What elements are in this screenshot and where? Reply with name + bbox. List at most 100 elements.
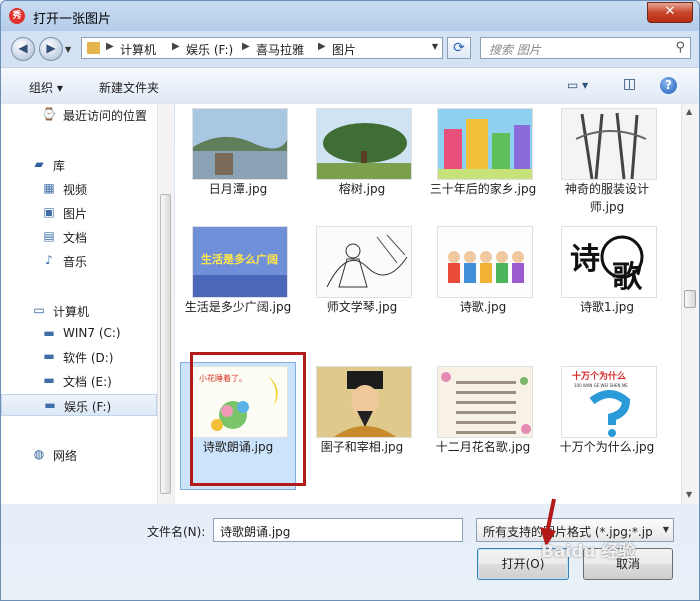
organize-button[interactable]: 组织 ▾ bbox=[29, 79, 63, 96]
back-button[interactable]: ◀ bbox=[11, 37, 35, 61]
annotation-highlight-box bbox=[190, 352, 306, 486]
sidebar-item-label: 文档 bbox=[63, 231, 88, 245]
open-image-dialog: 秀 打开一张图片 ✕ ◀ ▶ ▼ ▶ 计算机 ▶ 娱乐 (F:) ▶ 喜马拉雅 … bbox=[0, 0, 700, 601]
file-name: 三十年后的家乡.jpg bbox=[429, 182, 537, 196]
search-icon[interactable]: ⚲ bbox=[675, 40, 685, 55]
sidebar-item-label: 娱乐 (F:) bbox=[64, 400, 112, 414]
file-name: 榕树.jpg bbox=[338, 182, 386, 196]
svg-text:诗: 诗 bbox=[570, 242, 600, 277]
help-icon[interactable]: ? bbox=[660, 77, 677, 94]
sidebar-item-label: 软件 (D:) bbox=[63, 351, 114, 365]
navigation-scrollbar[interactable] bbox=[157, 104, 174, 504]
scroll-down-icon[interactable]: ▼ bbox=[686, 490, 692, 499]
svg-text:生活是多么广阔: 生活是多么广阔 bbox=[201, 252, 278, 266]
sidebar-item-label: 网络 bbox=[53, 449, 78, 463]
scrollbar-thumb[interactable] bbox=[684, 290, 696, 308]
file-list-scrollbar[interactable]: ▲ ▼ bbox=[681, 104, 699, 504]
command-toolbar: 组织 ▾ 新建文件夹 ▭ ▾ ◫ ? bbox=[1, 67, 699, 105]
flowers-thumb bbox=[437, 366, 533, 438]
file-name: 十万个为什么.jpg bbox=[559, 440, 655, 454]
sidebar-item[interactable]: ▬ 娱乐 (F:) bbox=[1, 394, 157, 416]
chevron-right-icon[interactable]: ▶ bbox=[318, 41, 326, 52]
new-folder-button[interactable]: 新建文件夹 bbox=[99, 79, 159, 96]
title-bar[interactable]: 秀 打开一张图片 ✕ bbox=[1, 1, 699, 33]
chevron-right-icon[interactable]: ▶ bbox=[242, 41, 250, 52]
sidebar-item[interactable]: ♪ 音乐 bbox=[1, 250, 157, 272]
hometown-thumb bbox=[437, 108, 533, 180]
sidebar-item-label: 文档 (E:) bbox=[63, 375, 112, 389]
music-icon: ♪ bbox=[45, 253, 53, 267]
app-icon: 秀 bbox=[9, 8, 25, 24]
filename-input[interactable]: 诗歌朗诵.jpg bbox=[213, 518, 463, 542]
kids-thumb bbox=[437, 226, 533, 298]
refresh-button[interactable]: ⟳ bbox=[447, 37, 471, 59]
file-item[interactable]: 神奇的服装设计师.jpg bbox=[549, 104, 665, 222]
file-item[interactable]: 诗歌诗歌1.jpg bbox=[549, 222, 665, 340]
banyan-thumb bbox=[316, 108, 412, 180]
breadcrumb-pictures[interactable]: 图片 bbox=[332, 41, 356, 58]
sidebar-item[interactable]: ▬ 文档 (E:) bbox=[1, 370, 157, 392]
file-item[interactable]: 圉子和宰相.jpg bbox=[304, 362, 420, 480]
window-title: 打开一张图片 bbox=[33, 12, 112, 27]
sidebar-item[interactable]: ▣ 图片 bbox=[1, 202, 157, 224]
file-item[interactable]: 三十年后的家乡.jpg bbox=[425, 104, 541, 222]
address-bar[interactable]: ▶ 计算机 ▶ 娱乐 (F:) ▶ 喜马拉雅 ▶ 图片 ▼ bbox=[81, 37, 443, 59]
drive-icon: ▬ bbox=[43, 373, 55, 387]
file-item[interactable]: 十二月花名歌.jpg bbox=[425, 362, 541, 480]
close-button[interactable]: ✕ bbox=[647, 2, 693, 23]
scrollbar-thumb[interactable] bbox=[160, 194, 171, 494]
forward-button[interactable]: ▶ bbox=[39, 37, 63, 61]
sidebar-item-label: 计算机 bbox=[53, 305, 90, 319]
sidebar-item[interactable]: ◍ 网络 bbox=[1, 444, 157, 466]
breadcrumb-drive-f[interactable]: 娱乐 (F:) bbox=[186, 41, 233, 58]
recent-places-icon: ⌚ bbox=[41, 107, 57, 121]
file-name: 生活是多少广阔.jpg bbox=[184, 300, 292, 314]
file-item[interactable]: 日月潭.jpg bbox=[180, 104, 296, 222]
drive-icon: ▬ bbox=[43, 349, 55, 363]
svg-text:十万个为什么: 十万个为什么 bbox=[572, 370, 626, 382]
folder-icon bbox=[87, 42, 100, 54]
sidebar-item[interactable]: ▤ 文档 bbox=[1, 226, 157, 248]
file-item[interactable]: 榕树.jpg bbox=[304, 104, 420, 222]
chevron-down-icon[interactable]: ▼ bbox=[432, 42, 438, 51]
recent-pages-dropdown-icon[interactable]: ▼ bbox=[65, 45, 71, 54]
navigation-pane: ⌚ 最近访问的位置 ▰ 库 ▦ 视频 ▣ 图片 ▤ 文档 ♪ 音乐 ▭ 计算机 ▬ WIN7 (C:) ▬ 软件 … bbox=[1, 104, 174, 504]
scroll-up-icon[interactable]: ▲ bbox=[686, 107, 692, 116]
minister-thumb bbox=[316, 366, 412, 438]
file-name: 师文学琴.jpg bbox=[326, 300, 398, 314]
breadcrumb-computer[interactable]: 计算机 bbox=[120, 41, 156, 58]
file-name: 十二月花名歌.jpg bbox=[435, 440, 531, 454]
filename-label: 文件名(N): bbox=[147, 525, 206, 539]
sidebar-item[interactable]: ▦ 视频 bbox=[1, 178, 157, 200]
fashion-thumb bbox=[561, 108, 657, 180]
video-icon: ▦ bbox=[43, 181, 55, 195]
pictures-icon: ▣ bbox=[43, 205, 55, 219]
chevron-down-icon[interactable]: ▼ bbox=[663, 525, 669, 534]
file-item[interactable]: 诗歌.jpg bbox=[425, 222, 541, 340]
network-icon: ◍ bbox=[33, 447, 45, 461]
life-thumb: 生活是多么广阔 bbox=[192, 226, 288, 298]
breadcrumb-himalaya[interactable]: 喜马拉雅 bbox=[256, 41, 304, 58]
file-item[interactable]: 生活是多么广阔 生活是多少广阔.jpg bbox=[180, 222, 296, 340]
file-item[interactable]: 师文学琴.jpg bbox=[304, 222, 420, 340]
sidebar-item-label: 视频 bbox=[63, 183, 88, 197]
sidebar-item[interactable]: ⌚ 最近访问的位置 bbox=[1, 104, 157, 126]
file-name: 神奇的服装设计师.jpg bbox=[564, 182, 649, 214]
file-name: 日月潭.jpg bbox=[208, 182, 268, 196]
sidebar-item[interactable]: ▭ 计算机 bbox=[1, 300, 157, 322]
sidebar-item-label: 图片 bbox=[63, 207, 88, 221]
file-item[interactable]: 十万个为什么 100 WAN GE WEI SHEN ME 十万个为什么.jpg bbox=[549, 362, 665, 480]
sidebar-item-label: 音乐 bbox=[63, 255, 88, 269]
file-name: 诗歌1.jpg bbox=[579, 300, 635, 314]
guqin-thumb bbox=[316, 226, 412, 298]
file-list: 日月潭.jpg 榕树.jpg 三十年后的家乡.jpg 神奇的服装设计师.jpg 生活是多… bbox=[175, 104, 681, 504]
drive-icon: ▬ bbox=[44, 398, 56, 412]
search-input[interactable]: 搜索 图片 ⚲ bbox=[480, 37, 691, 59]
sidebar-item[interactable]: ▬ WIN7 (C:) bbox=[1, 323, 157, 345]
preview-pane-icon[interactable]: ◫ bbox=[623, 76, 636, 92]
sidebar-item[interactable]: ▰ 库 bbox=[1, 154, 157, 176]
sidebar-item[interactable]: ▬ 软件 (D:) bbox=[1, 346, 157, 368]
chevron-right-icon[interactable]: ▶ bbox=[106, 41, 114, 52]
view-options-icon[interactable]: ▭ ▾ bbox=[567, 78, 588, 92]
chevron-right-icon[interactable]: ▶ bbox=[172, 41, 180, 52]
